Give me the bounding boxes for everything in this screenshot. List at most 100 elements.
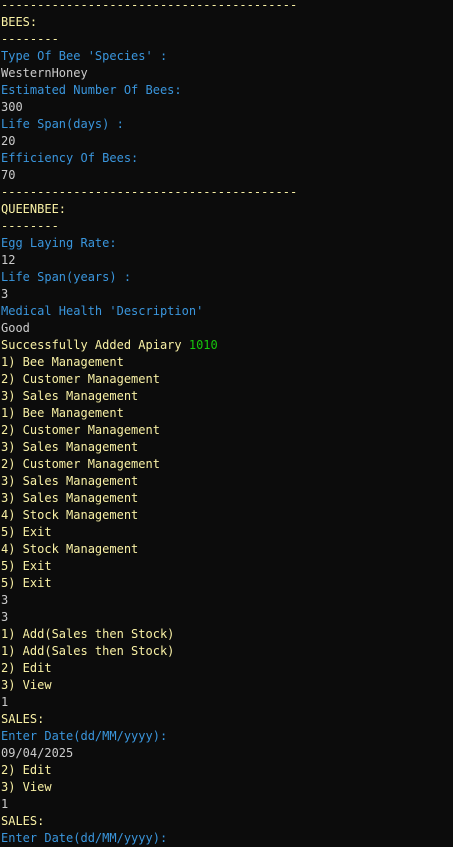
console-line-text: ----------------------------------------… <box>1 185 298 199</box>
console-line-text: 1 <box>1 695 9 709</box>
console-line-text: 5) Exit <box>1 525 52 539</box>
console-line-text: Efficiency Of Bees: <box>1 151 139 165</box>
console-line: Estimated Number Of Bees: <box>1 82 453 99</box>
console-line: 1) Add(Sales then Stock) <box>1 626 453 643</box>
console-line-text: Successfully Added Apiary <box>1 338 189 352</box>
console-line: 1) Bee Management <box>1 354 453 371</box>
console-line: Efficiency Of Bees: <box>1 150 453 167</box>
console-line: 3) View <box>1 779 453 796</box>
console-line: 1 <box>1 796 453 813</box>
console-output[interactable]: ----------------------------------------… <box>1 0 453 847</box>
console-line: Enter Date(dd/MM/yyyy): <box>1 728 453 745</box>
console-line-text: Type Of Bee 'Species' : <box>1 49 168 63</box>
console-line-text: QUEENBEE: <box>1 202 67 216</box>
console-line: 3) Sales Management <box>1 439 453 456</box>
console-line-text: Medical Health 'Description' <box>1 304 204 318</box>
console-line: 1) Add(Sales then Stock) <box>1 643 453 660</box>
console-line: 3) View <box>1 677 453 694</box>
console-line: 2) Customer Management <box>1 456 453 473</box>
console-line-text: 1) Bee Management <box>1 355 124 369</box>
console-line: BEES: <box>1 14 453 31</box>
console-line: -------- <box>1 218 453 235</box>
console-line-text: 3) Sales Management <box>1 440 139 454</box>
console-line: 70 <box>1 167 453 184</box>
console-line: 300 <box>1 99 453 116</box>
console-line: -------- <box>1 31 453 48</box>
console-line-text: -------- <box>1 219 59 233</box>
console-line: 3) Sales Management <box>1 490 453 507</box>
console-line: 09/04/2025 <box>1 745 453 762</box>
console-line-text: SALES: <box>1 814 45 828</box>
console-line-text: 300 <box>1 100 23 114</box>
console-line-text: 5) Exit <box>1 559 52 573</box>
console-line: 3 <box>1 592 453 609</box>
console-line: Medical Health 'Description' <box>1 303 453 320</box>
console-line-text: 70 <box>1 168 16 182</box>
console-line: 2) Customer Management <box>1 422 453 439</box>
console-line-text: 3) View <box>1 780 52 794</box>
console-line: SALES: <box>1 711 453 728</box>
console-line-text: SALES: <box>1 712 45 726</box>
console-line: 3) Sales Management <box>1 473 453 490</box>
console-line-text: 4) Stock Management <box>1 542 139 556</box>
console-line: 2) Customer Management <box>1 371 453 388</box>
console-line-text: -------- <box>1 32 59 46</box>
console-line-text: 3) Sales Management <box>1 474 139 488</box>
console-line: Type Of Bee 'Species' : <box>1 48 453 65</box>
console-line-text: Enter Date(dd/MM/yyyy): <box>1 729 168 743</box>
console-line-text: 4) Stock Management <box>1 508 139 522</box>
console-line: 2) Edit <box>1 660 453 677</box>
console-line: Life Span(days) : <box>1 116 453 133</box>
console-line-text: 1) Add(Sales then Stock) <box>1 644 175 658</box>
console-line-text: Good <box>1 321 30 335</box>
console-line: Egg Laying Rate: <box>1 235 453 252</box>
console-line-text: BEES: <box>1 15 38 29</box>
console-line-text: 20 <box>1 134 16 148</box>
console-line-text: Life Span(days) : <box>1 117 124 131</box>
console-line-text: 3) Sales Management <box>1 389 139 403</box>
console-line: WesternHoney <box>1 65 453 82</box>
console-line-text: 2) Edit <box>1 763 52 777</box>
console-line-text: Life Span(years) : <box>1 270 132 284</box>
console-line: 3) Sales Management <box>1 388 453 405</box>
console-line-text: 2) Edit <box>1 661 52 675</box>
console-line-text: Egg Laying Rate: <box>1 236 117 250</box>
console-line-text: Estimated Number Of Bees: <box>1 83 182 97</box>
console-line-text: 1 <box>1 797 9 811</box>
console-line: Successfully Added Apiary 1010 <box>1 337 453 354</box>
console-line-text: 3 <box>1 610 9 624</box>
console-line-text: 2) Customer Management <box>1 423 160 437</box>
console-line: SALES: <box>1 813 453 830</box>
console-line-text: Enter Date(dd/MM/yyyy): <box>1 831 168 845</box>
console-line: 3 <box>1 609 453 626</box>
console-line-text: 3) View <box>1 678 52 692</box>
console-line-text: 09/04/2025 <box>1 746 74 760</box>
console-line: QUEENBEE: <box>1 201 453 218</box>
console-line-text: 5) Exit <box>1 576 52 590</box>
console-line: Life Span(years) : <box>1 269 453 286</box>
console-line: ----------------------------------------… <box>1 184 453 201</box>
console-line-text: 3) Sales Management <box>1 491 139 505</box>
console-line: 20 <box>1 133 453 150</box>
console-line-text: 1) Add(Sales then Stock) <box>1 627 175 641</box>
console-line: 1 <box>1 694 453 711</box>
console-line: 5) Exit <box>1 558 453 575</box>
console-line: 5) Exit <box>1 524 453 541</box>
apiary-id: 1010 <box>188 338 218 352</box>
console-line-text: 2) Customer Management <box>1 457 160 471</box>
console-line: ----------------------------------------… <box>1 0 453 14</box>
console-line: 4) Stock Management <box>1 507 453 524</box>
console-line: 5) Exit <box>1 575 453 592</box>
console-line-text: 3 <box>1 593 9 607</box>
console-line: 2) Edit <box>1 762 453 779</box>
console-line: Good <box>1 320 453 337</box>
console-line-text: WesternHoney <box>1 66 88 80</box>
console-line-text: ----------------------------------------… <box>1 0 298 12</box>
console-line-text: 2) Customer Management <box>1 372 160 386</box>
console-line: 12 <box>1 252 453 269</box>
console-line: 1) Bee Management <box>1 405 453 422</box>
console-line: 3 <box>1 286 453 303</box>
console-line-text: 3 <box>1 287 9 301</box>
console-line: 4) Stock Management <box>1 541 453 558</box>
console-line: Enter Date(dd/MM/yyyy): <box>1 830 453 847</box>
